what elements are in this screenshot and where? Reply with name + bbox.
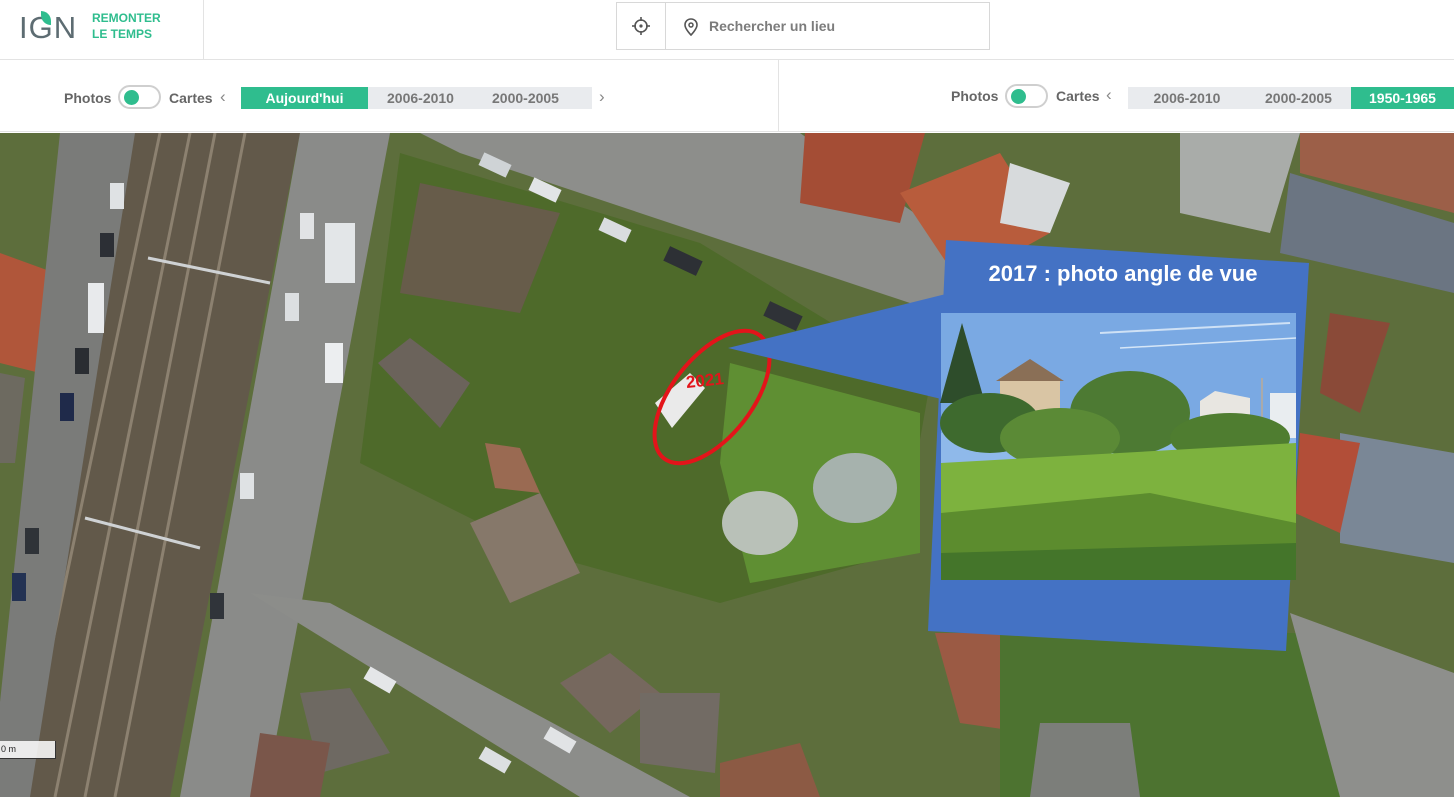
search-input[interactable] bbox=[709, 13, 979, 39]
app-logo[interactable]: IGN REMONTER LE TEMPS bbox=[0, 0, 204, 60]
period-2000-2005[interactable]: 2000-2005 bbox=[1246, 87, 1351, 109]
left-timeline-bar: Photos Cartes ‹ Aujourd'hui 2006-2010 20… bbox=[0, 60, 779, 132]
period-2000-2005[interactable]: 2000-2005 bbox=[473, 87, 578, 109]
app-header: IGN REMONTER LE TEMPS bbox=[0, 0, 1454, 60]
annotation-year-label: 2021 bbox=[685, 369, 725, 392]
logo-tagline-line1: REMONTER bbox=[92, 11, 161, 25]
logo-tagline-line2: LE TEMPS bbox=[92, 27, 153, 41]
period-selector-left: Aujourd'hui 2006-2010 2000-2005 bbox=[241, 87, 592, 109]
period-today[interactable]: Aujourd'hui bbox=[241, 87, 368, 109]
locate-button[interactable] bbox=[617, 3, 666, 49]
chevron-left-icon[interactable]: ‹ bbox=[220, 88, 226, 105]
period-1950-1965[interactable]: 1950-1965 bbox=[1351, 87, 1454, 109]
crosshair-icon bbox=[632, 17, 650, 35]
cartes-label-left: Cartes bbox=[169, 90, 213, 106]
cartes-label-right: Cartes bbox=[1056, 88, 1100, 104]
chevron-left-icon[interactable]: ‹ bbox=[1106, 86, 1112, 103]
period-2006-2010[interactable]: 2006-2010 bbox=[368, 87, 473, 109]
period-selector-right: 2006-2010 2000-2005 1950-1965 bbox=[1128, 87, 1454, 109]
map-pin-icon bbox=[684, 18, 698, 36]
map-scale-bar: 0 m bbox=[0, 741, 56, 759]
callout-title: 2017 : photo angle de vue bbox=[988, 261, 1258, 286]
toggle-knob bbox=[1011, 89, 1026, 104]
logo-tagline: REMONTER LE TEMPS bbox=[92, 10, 161, 42]
photos-label-left: Photos bbox=[64, 90, 112, 106]
search-bar bbox=[616, 2, 990, 50]
aerial-imagery bbox=[0, 133, 1454, 797]
aerial-map[interactable]: 2017 : photo angle de vue 2021 0 m bbox=[0, 133, 1454, 797]
chevron-right-icon[interactable]: › bbox=[599, 88, 605, 105]
photos-cartes-toggle-right[interactable] bbox=[1005, 84, 1048, 108]
photos-label-right: Photos bbox=[951, 88, 999, 104]
period-2006-2010[interactable]: 2006-2010 bbox=[1128, 87, 1246, 109]
toggle-knob bbox=[124, 90, 139, 105]
embedded-photo bbox=[940, 313, 1297, 580]
photos-cartes-toggle-left[interactable] bbox=[118, 85, 161, 109]
right-timeline-bar: Photos Cartes ‹ 2006-2010 2000-2005 1950… bbox=[779, 60, 1454, 132]
